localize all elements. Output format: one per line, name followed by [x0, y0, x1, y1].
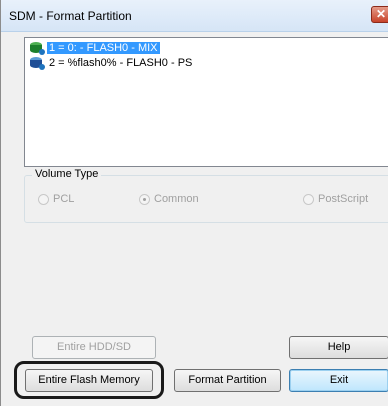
radio-label: PostScript — [318, 193, 369, 205]
window-title: SDM - Format Partition — [9, 9, 132, 23]
drive-icon — [29, 41, 45, 56]
exit-button[interactable]: Exit — [289, 369, 388, 392]
radio-pcl[interactable]: PCL — [38, 192, 74, 206]
highlight-annotation — [14, 361, 164, 399]
partition-item[interactable]: 1 = 0: - FLASH0 - MIX — [29, 41, 160, 56]
title-bar: SDM - Format Partition ✕ — [1, 0, 388, 32]
partition-item[interactable]: 2 = %flash0% - FLASH0 - PS — [29, 56, 194, 71]
partition-list[interactable]: 1 = 0: - FLASH0 - MIX 2 = %flash0% - FLA… — [24, 37, 388, 167]
close-button[interactable]: ✕ — [371, 6, 388, 23]
drive-icon — [29, 56, 45, 71]
format-partition-button[interactable]: Format Partition — [174, 369, 281, 392]
help-button[interactable]: Help — [289, 336, 388, 359]
radio-common[interactable]: Common — [139, 192, 199, 206]
partition-label: 2 = %flash0% - FLASH0 - PS — [49, 57, 193, 69]
radio-label: PCL — [53, 193, 75, 205]
radio-circle — [303, 193, 314, 205]
close-icon: ✕ — [376, 7, 387, 21]
entire-hdd-sd-button[interactable]: Entire HDD/SD — [32, 336, 156, 359]
partition-label: 1 = 0: - FLASH0 - MIX — [47, 42, 160, 54]
radio-label: Common — [154, 193, 199, 205]
radio-postscript[interactable]: PostScript — [303, 192, 368, 206]
volume-type-label: Volume Type — [32, 168, 102, 180]
radio-circle — [139, 193, 150, 205]
format-partition-dialog: SDM - Format Partition ✕ 1 = 0: - FLASH0… — [0, 0, 388, 406]
radio-circle — [38, 193, 49, 205]
